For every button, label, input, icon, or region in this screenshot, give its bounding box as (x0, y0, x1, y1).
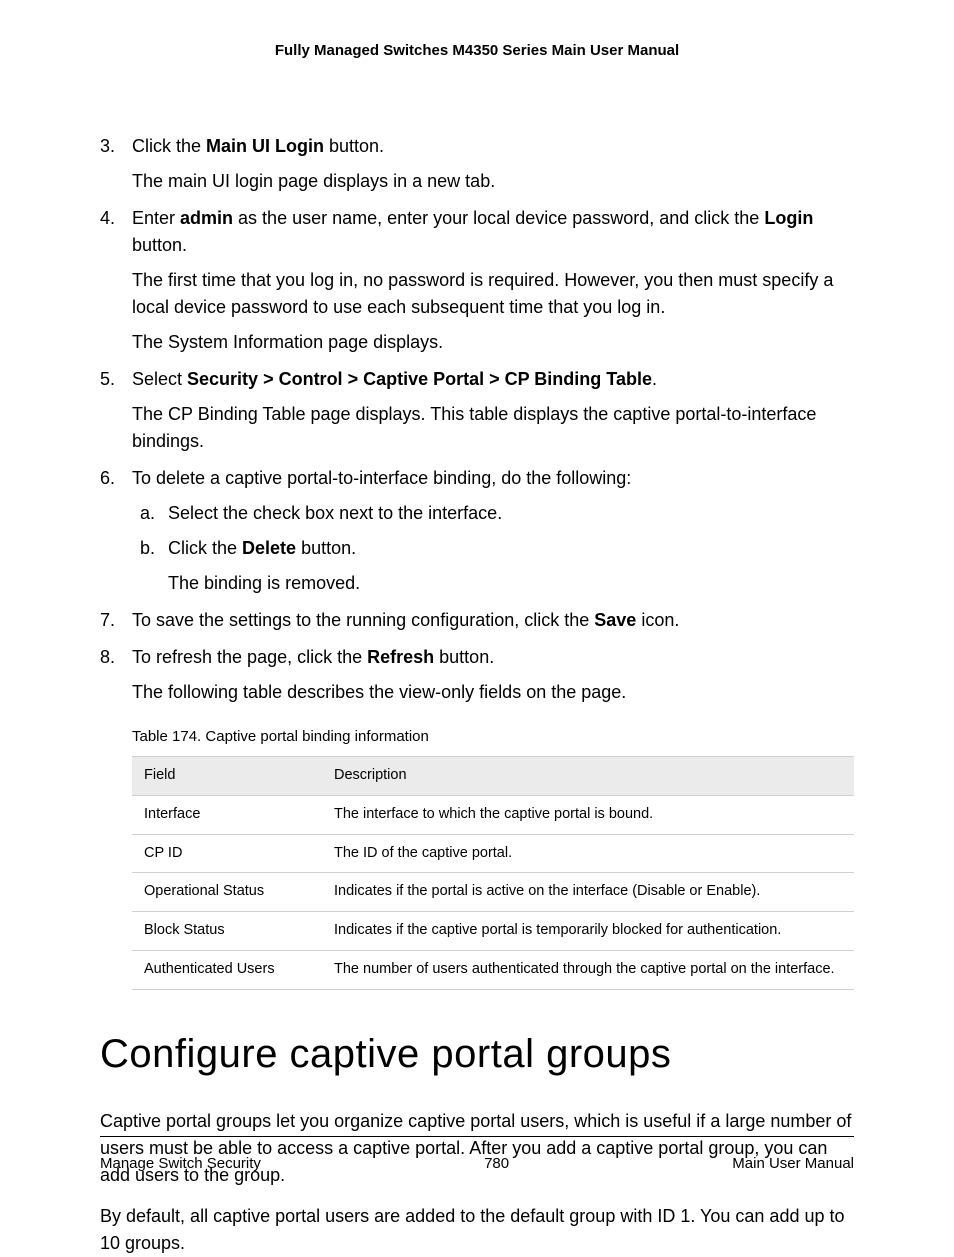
step-list: Click the Main UI Login button. The main… (100, 133, 854, 706)
substep-desc: The binding is removed. (168, 570, 854, 597)
step-text: as the user name, enter your local devic… (233, 208, 764, 228)
table-cell: Interface (132, 795, 322, 834)
footer-left: Manage Switch Security (100, 1153, 261, 1176)
substep-text: Select the check box next to the interfa… (168, 503, 502, 523)
table-row: Operational StatusIndicates if the porta… (132, 873, 854, 912)
table-cell: Indicates if the captive portal is tempo… (322, 912, 854, 951)
page-footer: Manage Switch Security 780 Main User Man… (100, 1136, 854, 1176)
step-5: Select Security > Control > Captive Port… (100, 366, 854, 455)
table-caption: Table 174. Captive portal binding inform… (132, 726, 854, 749)
step-text: button. (434, 647, 494, 667)
step-desc: The System Information page displays. (132, 329, 854, 356)
step-desc: The following table describes the view-o… (132, 679, 854, 706)
step-bold: Main UI Login (206, 136, 324, 156)
step-bold: admin (180, 208, 233, 228)
table-row: InterfaceThe interface to which the capt… (132, 795, 854, 834)
step-text: Click the (132, 136, 206, 156)
table-row: Authenticated UsersThe number of users a… (132, 950, 854, 989)
table-cell: Operational Status (132, 873, 322, 912)
table-cell: The number of users authenticated throug… (322, 950, 854, 989)
substep-b: Click the Delete button. The binding is … (132, 535, 854, 597)
table-header-description: Description (322, 757, 854, 796)
table-cell: Authenticated Users (132, 950, 322, 989)
table-cell: The interface to which the captive porta… (322, 795, 854, 834)
step-text: icon. (636, 610, 679, 630)
table-row: Block StatusIndicates if the captive por… (132, 912, 854, 951)
step-desc: The main UI login page displays in a new… (132, 168, 854, 195)
step-bold: Save (594, 610, 636, 630)
step-bold: Login (764, 208, 813, 228)
substep-bold: Delete (242, 538, 296, 558)
substep-text: button. (296, 538, 356, 558)
step-text: Select (132, 369, 187, 389)
footer-right: Main User Manual (732, 1153, 854, 1176)
step-desc: The first time that you log in, no passw… (132, 267, 854, 321)
substep-text: Click the (168, 538, 242, 558)
step-text: To delete a captive portal-to-interface … (132, 468, 631, 488)
table-header-row: Field Description (132, 757, 854, 796)
step-desc: The CP Binding Table page displays. This… (132, 401, 854, 455)
section-heading: Configure captive portal groups (100, 1024, 854, 1084)
step-text: To save the settings to the running conf… (132, 610, 594, 630)
table-row: CP IDThe ID of the captive portal. (132, 834, 854, 873)
section-paragraph: By default, all captive portal users are… (100, 1203, 854, 1257)
step-text: Enter (132, 208, 180, 228)
binding-info-table: Field Description InterfaceThe interface… (132, 756, 854, 990)
substep-list: Select the check box next to the interfa… (132, 500, 854, 597)
step-6: To delete a captive portal-to-interface … (100, 465, 854, 597)
table-cell: Indicates if the portal is active on the… (322, 873, 854, 912)
document-header: Fully Managed Switches M4350 Series Main… (100, 40, 854, 63)
table-header-field: Field (132, 757, 322, 796)
step-7: To save the settings to the running conf… (100, 607, 854, 634)
step-4: Enter admin as the user name, enter your… (100, 205, 854, 356)
substep-a: Select the check box next to the interfa… (132, 500, 854, 527)
step-text: button. (324, 136, 384, 156)
step-text: button. (132, 235, 187, 255)
step-text: . (652, 369, 657, 389)
table-cell: Block Status (132, 912, 322, 951)
footer-page-number: 780 (484, 1153, 509, 1176)
step-bold: Refresh (367, 647, 434, 667)
step-3: Click the Main UI Login button. The main… (100, 133, 854, 195)
step-text: To refresh the page, click the (132, 647, 367, 667)
step-8: To refresh the page, click the Refresh b… (100, 644, 854, 706)
step-bold: Security > Control > Captive Portal > CP… (187, 369, 652, 389)
table-cell: CP ID (132, 834, 322, 873)
table-cell: The ID of the captive portal. (322, 834, 854, 873)
